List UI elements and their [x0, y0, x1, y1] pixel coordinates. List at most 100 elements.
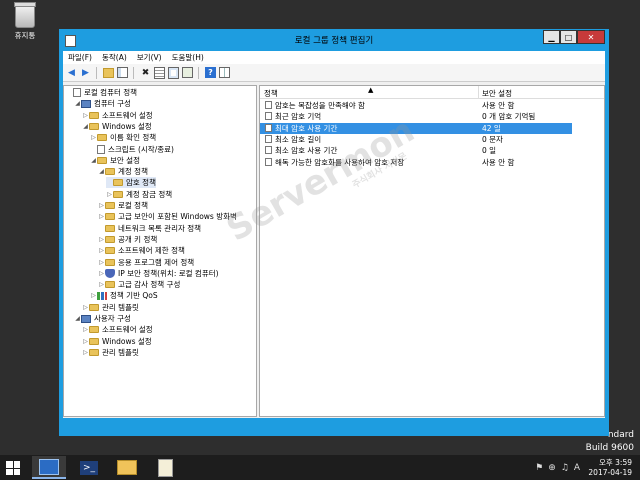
action-center-flag-icon[interactable]: ⚑ [535, 463, 543, 473]
expanded-arrow-icon[interactable]: ◢ [90, 155, 97, 166]
policy-name: 암호는 복잡성을 만족해야 함 [275, 101, 365, 110]
folder-icon [105, 235, 115, 243]
tree-node[interactable]: ▷ 로컬 정책 [98, 200, 148, 211]
close-button[interactable]: ✕ [577, 30, 605, 44]
up-folder-icon[interactable] [103, 67, 114, 78]
expanded-arrow-icon[interactable]: ◢ [82, 121, 89, 132]
taskbar-notepad[interactable] [148, 456, 182, 479]
tree-node-label: 이름 확인 정책 [110, 133, 157, 143]
expanded-arrow-icon[interactable]: ◢ [74, 98, 81, 109]
tree-node[interactable]: 로컬 컴퓨터 정책 [66, 87, 137, 98]
tree-node[interactable]: ▷ 관리 템플릿 [82, 347, 139, 358]
input-language-icon[interactable]: A [574, 463, 580, 473]
taskbar-server-manager[interactable] [32, 456, 66, 479]
collapsed-arrow-icon[interactable]: ▷ [98, 268, 105, 279]
console-view-icon[interactable] [219, 67, 230, 78]
network-icon[interactable]: ⊕ [548, 463, 556, 473]
start-button[interactable] [6, 461, 20, 475]
back-arrow-icon[interactable]: ◀ [66, 67, 77, 78]
policy-list[interactable]: 정책 ▲ 보안 설정 암호는 복잡성을 만족해야 함 사용 안 함 최근 암호 기억… [259, 85, 605, 417]
maximize-button[interactable]: □ [560, 30, 577, 44]
policy-value: 사용 안 함 [482, 157, 515, 167]
menu-help[interactable]: 도움말(H) [167, 52, 209, 63]
tree-node-label: 사용자 구성 [94, 314, 131, 323]
document-icon [97, 144, 105, 154]
tree-node-label: 계정 잠금 정책 [126, 189, 173, 199]
policy-row[interactable]: 암호는 복잡성을 만족해야 함 사용 안 함 [260, 100, 572, 111]
properties-icon[interactable] [154, 66, 165, 79]
tree-node[interactable]: ▷ 공개 키 정책 [98, 234, 157, 245]
folder-icon [89, 111, 99, 119]
folder-icon [97, 134, 107, 142]
column-divider[interactable] [478, 86, 479, 98]
taskbar-file-explorer[interactable] [110, 456, 144, 479]
tree-node[interactable]: ◢ 계정 정책 [98, 166, 148, 177]
column-header-policy[interactable]: 정책 [264, 88, 278, 99]
tree-node[interactable]: ▷ 응용 프로그램 제어 정책 [98, 257, 194, 268]
clock[interactable]: 오후 3:59 2017-04-19 [588, 458, 632, 478]
delete-icon[interactable]: ✖ [140, 67, 151, 78]
tree-node[interactable]: ▷ 계정 잠금 정책 [106, 189, 172, 200]
tree-node[interactable]: ▷ 고급 보안이 포함된 Windows 방화벽 [98, 211, 237, 222]
collapsed-arrow-icon[interactable]: ▷ [82, 302, 89, 313]
policy-value: 42 일 [482, 123, 501, 133]
recycle-bin-icon [14, 2, 36, 28]
collapsed-arrow-icon[interactable]: ▷ [90, 132, 97, 143]
folder-icon [117, 460, 137, 475]
collapsed-arrow-icon[interactable]: ▷ [90, 290, 97, 301]
tree-node-label: 계정 정책 [118, 167, 148, 177]
collapsed-arrow-icon[interactable]: ▷ [98, 279, 105, 290]
tree-node-label: 네트워크 목록 관리자 정책 [118, 223, 202, 233]
folder-icon [89, 337, 99, 345]
policy-row[interactable]: 최근 암호 기억 0 개 암호 기억됨 [260, 111, 572, 122]
tree-node[interactable]: ▷ Windows 설정 [82, 336, 151, 347]
forward-arrow-icon[interactable]: ▶ [80, 67, 91, 78]
tree-node-label: 암호 정책 [126, 178, 156, 188]
tree-node[interactable]: ◢ 컴퓨터 구성 [74, 98, 131, 109]
collapsed-arrow-icon[interactable]: ▷ [82, 336, 89, 347]
collapsed-arrow-icon[interactable]: ▷ [98, 211, 105, 222]
collapsed-arrow-icon[interactable]: ▷ [82, 347, 89, 358]
tree-node[interactable]: ▷ 이름 확인 정책 [90, 132, 156, 143]
tree-node[interactable]: 스크립트 (시작/종료) [90, 144, 174, 155]
help-icon[interactable]: ? [205, 67, 216, 78]
tree-node[interactable]: ▷ 관리 템플릿 [82, 302, 139, 313]
menu-view[interactable]: 보기(V) [132, 52, 167, 63]
tree-node[interactable]: ◢ 사용자 구성 [74, 313, 131, 324]
collapsed-arrow-icon[interactable]: ▷ [106, 189, 113, 200]
tree-node[interactable]: ◢ Windows 설정 [82, 121, 151, 132]
menu-action[interactable]: 동작(A) [97, 52, 132, 63]
taskbar-powershell[interactable]: >_ [72, 456, 106, 479]
column-header-security-setting[interactable]: 보안 설정 [482, 88, 512, 99]
refresh-icon[interactable] [182, 67, 193, 78]
tree-node[interactable]: ▷ 소프트웨어 설정 [82, 324, 153, 335]
tree-node[interactable]: 암호 정책 [106, 177, 156, 189]
collapsed-arrow-icon[interactable]: ▷ [82, 324, 89, 335]
collapsed-arrow-icon[interactable]: ▷ [98, 245, 105, 256]
title-bar[interactable]: 로컬 그룹 정책 편집기 ▁ □ ✕ [59, 29, 609, 51]
export-list-icon[interactable] [168, 66, 179, 79]
policy-row[interactable]: 최대 암호 사용 기간 42 일 [260, 122, 572, 134]
tree-node[interactable]: ▷ 정책 기반 QoS [90, 290, 157, 301]
expanded-arrow-icon[interactable]: ◢ [74, 313, 81, 324]
tree-node[interactable]: 네트워크 목록 관리자 정책 [98, 223, 201, 234]
menu-file[interactable]: 파일(F) [63, 52, 97, 63]
policy-tree[interactable]: 로컬 컴퓨터 정책 ◢ 컴퓨터 구성 ▷ 소프트웨어 설정 ◢ Windows 설정 ▷ 이름 … [63, 85, 257, 417]
tree-node[interactable]: ◢ 보안 설정 [90, 155, 140, 166]
volume-icon[interactable]: ♫ [561, 463, 569, 473]
tree-node[interactable]: ▷ 고급 감사 정책 구성 [98, 279, 180, 290]
collapsed-arrow-icon[interactable]: ▷ [98, 257, 105, 268]
show-hide-tree-icon[interactable] [117, 67, 128, 78]
tree-node-label: 보안 설정 [110, 155, 140, 165]
recycle-bin[interactable]: 휴지통 [8, 2, 42, 41]
minimize-button[interactable]: ▁ [543, 30, 560, 44]
tree-node[interactable]: ▷ 소프트웨어 설정 [82, 110, 153, 121]
tree-node[interactable]: ▷ 소프트웨어 제한 정책 [98, 245, 185, 256]
windows-logo-pane [6, 461, 13, 468]
collapsed-arrow-icon[interactable]: ▷ [98, 200, 105, 211]
system-tray: ⚑ ⊕ ♫ A [535, 463, 580, 473]
tree-node[interactable]: ▷ IP 보안 정책(위치: 로컬 컴퓨터) [98, 268, 219, 279]
collapsed-arrow-icon[interactable]: ▷ [98, 234, 105, 245]
collapsed-arrow-icon[interactable]: ▷ [82, 110, 89, 121]
expanded-arrow-icon[interactable]: ◢ [98, 166, 105, 177]
